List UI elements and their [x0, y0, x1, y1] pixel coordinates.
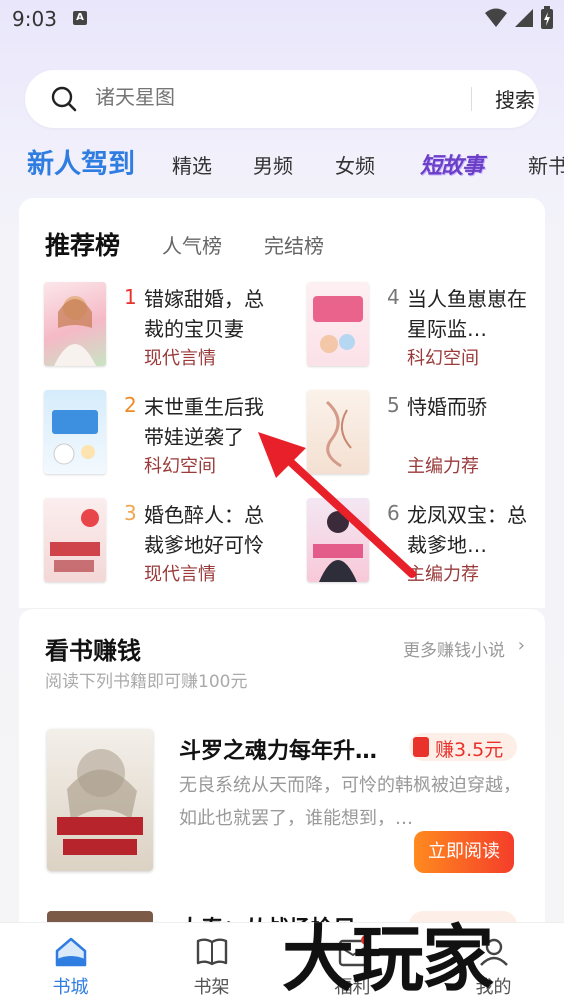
book-title: 末世重生后我带娃逆袭了: [144, 395, 264, 449]
book-cover: [44, 498, 106, 582]
book-title: 当人鱼崽崽在星际监…: [407, 287, 527, 341]
category-tabs: 新人驾到 精选 男频 女频 短故事 新书: [0, 140, 564, 184]
rank-book-2[interactable]: 2 末世重生后我带娃逆袭了 科幻空间: [44, 390, 284, 480]
book-cover: [307, 282, 369, 366]
status-time: 9:03: [12, 7, 57, 31]
rank-number: 6: [387, 501, 400, 525]
rank-book-5[interactable]: 5 恃婚而骄 主编力荐: [307, 390, 539, 480]
rank-number: 2: [124, 393, 137, 417]
nav-label: 书架: [193, 977, 230, 998]
book-title: 婚色醉人：总裁爹地好可怜: [144, 503, 264, 557]
earn-book-desc: 无良系统从天而降，可怜的韩枫被迫穿越，如此也就罢了，谁能想到，…: [179, 775, 521, 829]
watermark-logo: 大玩家: [282, 916, 494, 1001]
tab-short-story[interactable]: 短故事: [420, 148, 484, 180]
search-input[interactable]: [95, 85, 425, 109]
earn-section-title: 看书赚钱: [45, 637, 141, 665]
earn-card: 看书赚钱 更多赚钱小说 › 阅读下列书籍即可赚100元 斗罗之魂力每年升… 赚3…: [19, 608, 545, 942]
book-tag: 主编力荐: [407, 564, 479, 585]
tab-new-user[interactable]: 新人驾到: [27, 142, 135, 181]
tab-female[interactable]: 女频: [335, 150, 375, 179]
bookshelf-icon: [196, 938, 228, 966]
status-bar: 9:03 A: [0, 0, 564, 40]
tab-recommend-rank[interactable]: 推荐榜: [45, 226, 120, 262]
rank-number: 1: [124, 285, 137, 309]
wifi-icon: [485, 8, 507, 27]
nav-label: 书城: [52, 977, 89, 998]
rank-book-3[interactable]: 3 婚色醉人：总裁爹地好可怜 现代言情: [44, 498, 284, 588]
signal-icon: [515, 9, 533, 27]
ranking-card: 推荐榜 人气榜 完结榜 1 错嫁甜婚，总裁的宝贝妻 现代言情 2 末世重生后我带…: [19, 198, 545, 608]
book-cover: [307, 390, 369, 474]
book-tag: 科幻空间: [407, 348, 479, 369]
tab-popular-rank[interactable]: 人气榜: [162, 230, 222, 259]
rank-number: 5: [387, 393, 400, 417]
tab-completed-rank[interactable]: 完结榜: [264, 230, 324, 259]
red-envelope-icon: [413, 737, 429, 757]
book-cover: [307, 498, 369, 582]
earn-book-title[interactable]: 斗罗之魂力每年升…: [179, 733, 377, 765]
book-tag: 现代言情: [144, 348, 216, 369]
rank-number: 3: [124, 501, 137, 525]
search-icon: [51, 86, 77, 112]
search-divider: [471, 87, 472, 111]
rank-book-1[interactable]: 1 错嫁甜婚，总裁的宝贝妻 现代言情: [44, 282, 284, 372]
book-title: 龙凤双宝：总裁爹地…: [407, 503, 527, 557]
notification-icon: A: [73, 11, 87, 25]
search-bar[interactable]: 搜索: [25, 70, 539, 128]
rank-book-6[interactable]: 6 龙凤双宝：总裁爹地… 主编力荐: [307, 498, 539, 588]
read-now-button[interactable]: 立即阅读: [414, 831, 514, 873]
search-button[interactable]: 搜索: [495, 84, 535, 113]
status-icons: [484, 6, 554, 30]
tab-new-book[interactable]: 新书: [528, 150, 564, 179]
book-title: 错嫁甜婚，总裁的宝贝妻: [144, 287, 264, 341]
book-tag: 科幻空间: [144, 456, 216, 477]
reward-text: 赚3.5元: [435, 739, 504, 761]
tab-male[interactable]: 男频: [253, 150, 293, 179]
book-cover: [44, 282, 106, 366]
bookstore-icon: [55, 937, 87, 967]
chevron-right-icon[interactable]: ›: [518, 635, 525, 656]
nav-bookshelf[interactable]: 书架: [141, 923, 282, 1004]
rank-book-4[interactable]: 4 当人鱼崽崽在星际监… 科幻空间: [307, 282, 539, 372]
book-tag: 现代言情: [144, 564, 216, 585]
more-earn-link[interactable]: 更多赚钱小说: [403, 636, 505, 661]
nav-bookstore[interactable]: 书城: [0, 923, 141, 1004]
book-tag: 主编力荐: [407, 456, 479, 477]
tab-featured[interactable]: 精选: [172, 150, 212, 179]
earn-book-cover[interactable]: [47, 729, 153, 871]
earn-subtitle: 阅读下列书籍即可赚100元: [45, 672, 248, 692]
book-cover: [44, 390, 106, 474]
battery-icon: [541, 6, 553, 29]
book-title: 恃婚而骄: [407, 395, 487, 419]
reward-badge: 赚3.5元: [409, 733, 517, 761]
rank-number: 4: [387, 285, 400, 309]
